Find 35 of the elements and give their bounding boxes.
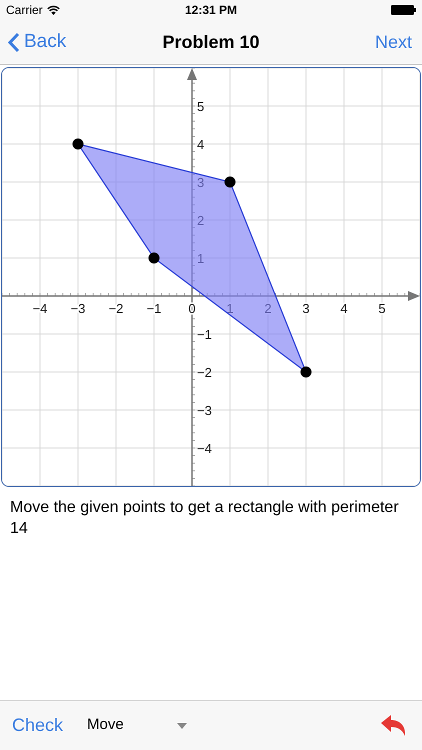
point[interactable] [224, 176, 236, 188]
battery-icon [391, 5, 416, 15]
point[interactable] [300, 366, 312, 378]
point[interactable] [148, 252, 160, 264]
x-tick-label: 5 [378, 301, 386, 316]
y-tick-label: −1 [197, 327, 212, 342]
mode-dropdown[interactable]: Move [87, 714, 188, 737]
check-button[interactable]: Check [12, 712, 64, 739]
wifi-icon [46, 5, 60, 15]
y-tick-label: 4 [197, 137, 204, 152]
y-tick-label: −4 [197, 441, 212, 456]
y-tick-label: −2 [197, 365, 212, 380]
x-tick-label: 4 [340, 301, 348, 316]
y-tick-label: 3 [197, 175, 204, 190]
next-button[interactable]: Next [374, 28, 414, 56]
x-tick-label: −2 [108, 301, 124, 316]
x-tick-label: −1 [146, 301, 162, 316]
back-button[interactable]: Back [8, 28, 66, 56]
x-tick-label: 2 [264, 301, 272, 316]
x-tick-label: −3 [70, 301, 86, 316]
y-tick-label: 5 [197, 99, 204, 114]
y-tick-label: 1 [197, 251, 204, 266]
carrier-label: Carrier [6, 2, 43, 19]
screen-title: Problem 10 [162, 30, 260, 54]
problem-instruction: Move the given points to get a rectangle with perimeter 14 [9, 498, 400, 539]
chevron-left-icon [8, 32, 20, 52]
x-tick-label: 3 [302, 301, 310, 316]
clock: 12:31 PM [184, 2, 238, 19]
caret-icon [177, 722, 188, 728]
x-tick-label: −4 [32, 301, 48, 316]
x-tick-label: 1 [226, 301, 234, 316]
y-tick-label: −3 [197, 403, 212, 418]
y-tick-label: 2 [197, 213, 204, 228]
point[interactable] [72, 138, 84, 150]
undo-icon[interactable] [381, 714, 407, 736]
